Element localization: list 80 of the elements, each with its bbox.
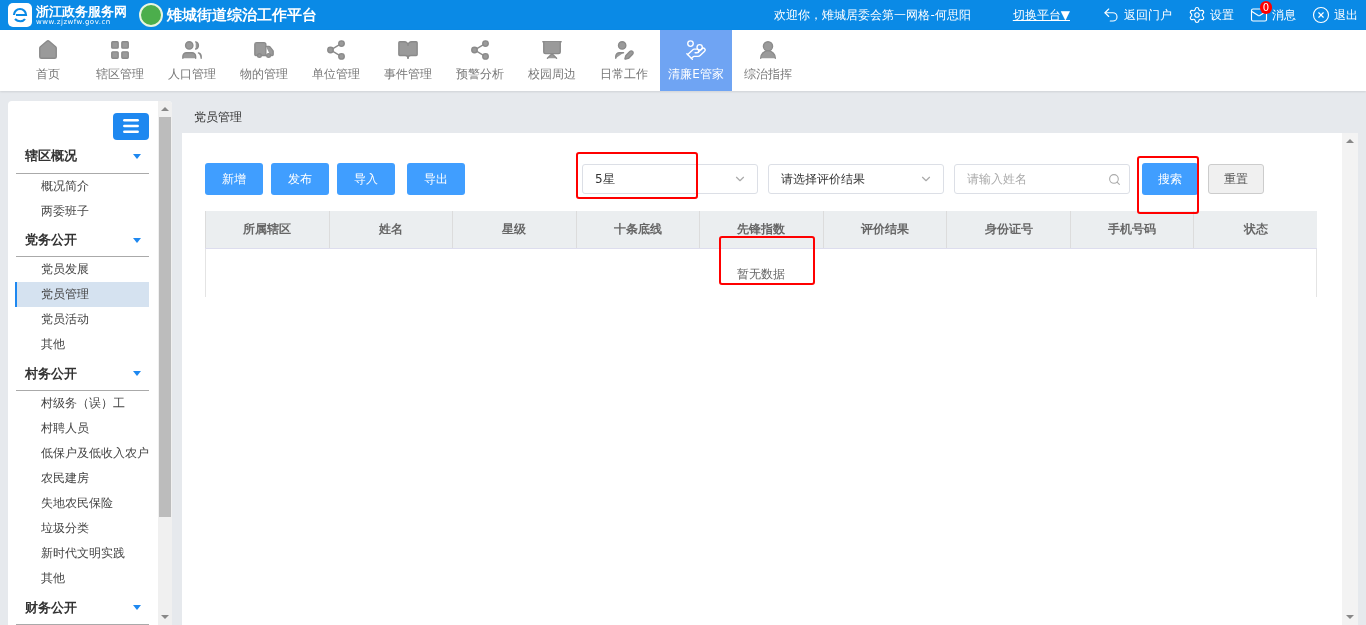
- close-icon: [1312, 6, 1330, 24]
- column-header: 星级: [452, 211, 576, 248]
- sidebar-item[interactable]: 垃圾分类: [15, 516, 149, 542]
- sidebar-group[interactable]: 财务公开: [16, 591, 149, 625]
- platform-title: 雉城街道综治工作平台: [167, 5, 317, 25]
- search-icon: [1108, 172, 1121, 186]
- nav-tab[interactable]: 日常工作: [588, 30, 660, 91]
- column-header: 身份证号: [946, 211, 1070, 248]
- column-header: 十条底线: [575, 211, 700, 248]
- return-link[interactable]: 返回门户: [1102, 0, 1172, 30]
- book-icon: [397, 38, 419, 61]
- group-title: 财务公开: [25, 598, 77, 617]
- platform-logo-icon: [139, 3, 163, 27]
- sidebar-item[interactable]: 低保户及低收入农户: [15, 441, 149, 467]
- sidebar-group[interactable]: 党务公开: [16, 223, 149, 258]
- result-select[interactable]: 请选择评价结果: [768, 164, 944, 194]
- sidebar-group[interactable]: 村务公开: [16, 357, 149, 392]
- welcome-text: 欢迎你，雉城居委会第一网格-何思阳: [774, 6, 971, 24]
- breadcrumb: 党员管理: [193, 109, 243, 126]
- count-badge: 0: [1260, 1, 1272, 14]
- house-icon: [37, 38, 59, 61]
- nav-tab[interactable]: 物的管理: [228, 30, 300, 91]
- column-header: 评价结果: [822, 211, 947, 248]
- reset-button[interactable]: 重置: [1208, 164, 1264, 194]
- sidebar-item[interactable]: 两委班子: [15, 198, 149, 224]
- scrollbar[interactable]: [1342, 133, 1358, 625]
- portal-name: 浙江政务服务网: [36, 4, 127, 18]
- toolbar-button[interactable]: 发布: [271, 163, 329, 195]
- nodes-icon: [325, 38, 347, 61]
- nav-tab[interactable]: 首页: [12, 30, 84, 91]
- sidebar-item[interactable]: 党员管理: [15, 282, 149, 308]
- search-button[interactable]: 搜索: [1142, 163, 1198, 195]
- board-icon: [541, 38, 563, 61]
- column-header: 先锋指数: [699, 211, 823, 248]
- column-header: 状态: [1193, 211, 1317, 248]
- nav-tab[interactable]: 人口管理: [156, 30, 228, 91]
- hand-coins-icon: [685, 38, 707, 61]
- empty-message: 暂无数据: [737, 267, 785, 281]
- people-icon: [181, 38, 203, 61]
- group-title: 党务公开: [25, 231, 77, 249]
- close-link[interactable]: 退出: [1312, 0, 1358, 30]
- sidebar-item[interactable]: 党员发展: [15, 257, 149, 283]
- mail-link[interactable]: 0 消息: [1250, 0, 1296, 30]
- column-header: 姓名: [328, 211, 453, 248]
- sidebar-item[interactable]: 村级务（误）工: [15, 391, 149, 417]
- grid-icon: [109, 38, 131, 61]
- scrollbar[interactable]: [158, 101, 172, 625]
- nav-tab[interactable]: 事件管理: [372, 30, 444, 91]
- nav-tab[interactable]: 清廉E管家: [660, 30, 732, 91]
- sidebar-item[interactable]: 其他: [15, 332, 149, 358]
- column-header: 所属辖区: [205, 211, 329, 248]
- nav-tab[interactable]: 单位管理: [300, 30, 372, 91]
- sidebar-item[interactable]: 概况简介: [15, 173, 149, 199]
- sidebar-group[interactable]: 辖区概况: [16, 139, 149, 174]
- settings-icon: [1188, 6, 1206, 24]
- group-title: 村务公开: [25, 364, 77, 383]
- toolbar-button[interactable]: 导出: [407, 163, 465, 195]
- column-header: 手机号码: [1069, 211, 1194, 248]
- portal-logo-icon: [8, 3, 32, 27]
- sidebar-item[interactable]: 其他: [15, 566, 149, 592]
- return-icon: [1102, 6, 1120, 24]
- nodes-icon: [469, 38, 491, 61]
- nav-tab[interactable]: 综治指挥: [732, 30, 804, 91]
- sidebar-item[interactable]: 党员活动: [15, 307, 149, 333]
- nav-tab[interactable]: 预警分析: [444, 30, 516, 91]
- sidebar-item[interactable]: 新时代文明实践: [15, 541, 149, 567]
- rating-select[interactable]: 5星: [582, 164, 758, 194]
- toolbar-button[interactable]: 新增: [205, 163, 263, 195]
- sidebar-item[interactable]: 失地农民保险: [15, 491, 149, 517]
- nav-tab[interactable]: 辖区管理: [84, 30, 156, 91]
- toolbar-button[interactable]: 导入: [337, 163, 395, 195]
- nav-tab[interactable]: 校园周边: [516, 30, 588, 91]
- sidebar-item[interactable]: 农民建房: [15, 466, 149, 492]
- menu-button[interactable]: [113, 113, 149, 140]
- person-icon: [757, 38, 779, 61]
- switch-platform-link[interactable]: 切换平台▼: [1012, 6, 1070, 24]
- person-pen-icon: [613, 38, 635, 61]
- settings-link[interactable]: 设置: [1188, 0, 1234, 30]
- group-title: 辖区概况: [25, 147, 77, 166]
- sidebar-item[interactable]: 村聘人员: [15, 416, 149, 442]
